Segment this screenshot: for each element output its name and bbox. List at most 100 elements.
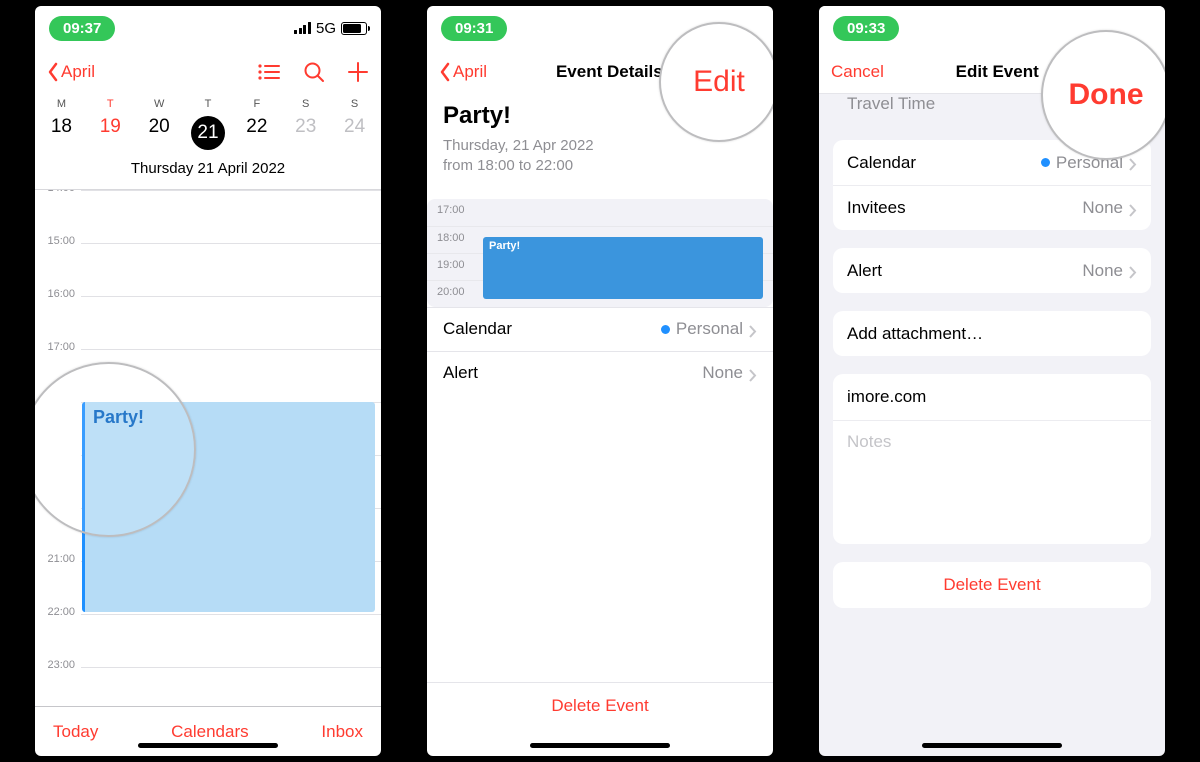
hour-label: 14:00 bbox=[35, 190, 75, 194]
hour-label: 16:00 bbox=[35, 288, 75, 300]
add-attachment-label: Add attachment… bbox=[847, 324, 983, 344]
nav-bar: Cancel Edit Event Done bbox=[819, 50, 1165, 94]
back-label: April bbox=[61, 62, 95, 82]
alert-label: Alert bbox=[443, 363, 478, 383]
today-button[interactable]: Today bbox=[53, 722, 98, 742]
event-details-screen: 09:31 April Event Details Edit Party! Th… bbox=[427, 6, 773, 756]
calendar-day-view-screen: 09:37 5G April M T W bbox=[35, 6, 381, 756]
alert-row[interactable]: Alert None bbox=[427, 351, 773, 395]
cellular-signal-icon bbox=[294, 22, 311, 34]
notes-field[interactable]: Notes bbox=[833, 421, 1151, 544]
cancel-button[interactable]: Cancel bbox=[831, 62, 884, 82]
edit-event-screen: 09:33 Cancel Edit Event Done Travel Time… bbox=[819, 6, 1165, 756]
week-header: M T W T F S S bbox=[35, 94, 381, 110]
hour-label: 15:00 bbox=[35, 235, 75, 247]
chevron-right-icon bbox=[749, 323, 757, 336]
status-time-pill: 09:31 bbox=[441, 16, 507, 41]
chevron-left-icon bbox=[47, 62, 59, 82]
group-attachment: Add attachment… bbox=[833, 311, 1151, 356]
day-23[interactable]: 23 bbox=[281, 110, 330, 154]
battery-icon bbox=[341, 22, 367, 35]
mini-hour: 18:00 bbox=[437, 232, 465, 244]
network-label: 5G bbox=[316, 20, 336, 37]
home-indicator[interactable] bbox=[530, 743, 670, 748]
nav-bar: April bbox=[35, 50, 381, 94]
calendar-value: Personal bbox=[676, 319, 743, 339]
calendar-dot-icon bbox=[1041, 158, 1050, 167]
list-view-icon[interactable] bbox=[257, 63, 281, 81]
event-details-body: Party! Thursday, 21 Apr 2022 from 18:00 … bbox=[427, 94, 773, 403]
event-party[interactable]: Party! bbox=[82, 402, 375, 612]
chevron-right-icon bbox=[1129, 156, 1137, 169]
calendar-row[interactable]: Calendar Personal bbox=[833, 140, 1151, 185]
back-label: April bbox=[453, 62, 487, 82]
hour-label: 23:00 bbox=[35, 659, 75, 671]
dow: F bbox=[232, 94, 281, 110]
alert-label: Alert bbox=[847, 261, 882, 281]
calendars-button[interactable]: Calendars bbox=[171, 722, 249, 742]
invitees-label: Invitees bbox=[847, 198, 906, 218]
status-bar: 09:37 5G bbox=[35, 6, 381, 50]
calendar-label: Calendar bbox=[847, 153, 916, 173]
status-right: 5G bbox=[294, 20, 367, 37]
day-19[interactable]: 19 bbox=[86, 110, 135, 154]
delete-event-button[interactable]: Delete Event bbox=[427, 682, 773, 728]
back-button[interactable]: April bbox=[47, 62, 95, 82]
mini-event[interactable]: Party! bbox=[483, 237, 763, 299]
dow: M bbox=[37, 94, 86, 110]
mini-hour: 19:00 bbox=[437, 259, 465, 271]
nav-bar: April Event Details Edit bbox=[427, 50, 773, 94]
selected-date-title: Thursday 21 April 2022 bbox=[35, 154, 381, 189]
day-20[interactable]: 20 bbox=[135, 110, 184, 154]
calendar-dot-icon bbox=[661, 325, 670, 334]
nav-title: Event Details bbox=[487, 62, 732, 82]
status-time-pill: 09:33 bbox=[833, 16, 899, 41]
chevron-right-icon bbox=[1129, 264, 1137, 277]
calendar-label: Calendar bbox=[443, 319, 512, 339]
dow: S bbox=[330, 94, 379, 110]
back-button[interactable]: April bbox=[439, 62, 487, 82]
chevron-left-icon bbox=[439, 62, 451, 82]
event-date: Thursday, 21 Apr 2022 bbox=[443, 130, 757, 156]
day-22[interactable]: 22 bbox=[232, 110, 281, 154]
invitees-row[interactable]: Invitees None bbox=[833, 185, 1151, 230]
group-alert: Alert None bbox=[833, 248, 1151, 293]
mini-timeline[interactable]: 17:00 18:00 19:00 20:00 Party! bbox=[427, 199, 773, 307]
chevron-right-icon bbox=[1129, 202, 1137, 215]
calendar-value: Personal bbox=[1056, 153, 1123, 173]
dow: W bbox=[135, 94, 184, 110]
delete-event-button[interactable]: Delete Event bbox=[833, 562, 1151, 608]
dow: T bbox=[86, 94, 135, 110]
day-timeline[interactable]: 14:00 15:00 16:00 17:00 21:00 22:00 23:0… bbox=[35, 190, 381, 706]
home-indicator[interactable] bbox=[922, 743, 1062, 748]
hour-label: 17:00 bbox=[35, 341, 75, 353]
chevron-right-icon bbox=[749, 367, 757, 380]
group-calendar-invitees: Calendar Personal Invitees None bbox=[833, 140, 1151, 230]
add-attachment-row[interactable]: Add attachment… bbox=[833, 311, 1151, 356]
calendar-row[interactable]: Calendar Personal bbox=[427, 307, 773, 351]
alert-value: None bbox=[1082, 261, 1123, 281]
event-time: from 18:00 to 22:00 bbox=[443, 156, 757, 176]
day-18[interactable]: 18 bbox=[37, 110, 86, 154]
mini-hour: 17:00 bbox=[437, 204, 465, 216]
day-24[interactable]: 24 bbox=[330, 110, 379, 154]
hour-label: 22:00 bbox=[35, 606, 75, 618]
hour-label: 21:00 bbox=[35, 553, 75, 565]
week-dates: 18 19 20 21 22 23 24 bbox=[35, 110, 381, 154]
home-indicator[interactable] bbox=[138, 743, 278, 748]
search-icon[interactable] bbox=[303, 61, 325, 83]
status-bar: 09:31 bbox=[427, 6, 773, 50]
day-21-selected[interactable]: 21 bbox=[184, 110, 233, 154]
url-field[interactable]: imore.com bbox=[833, 374, 1151, 420]
dow: T bbox=[184, 94, 233, 110]
travel-time-row-peek: Travel Time bbox=[833, 94, 1151, 122]
bottom-toolbar: Today Calendars Inbox bbox=[35, 706, 381, 756]
nav-title: Edit Event bbox=[884, 62, 1111, 82]
edit-event-form[interactable]: Travel Time Calendar Personal Invitees N… bbox=[819, 94, 1165, 756]
alert-row[interactable]: Alert None bbox=[833, 248, 1151, 293]
inbox-button[interactable]: Inbox bbox=[321, 722, 363, 742]
status-time-pill: 09:37 bbox=[49, 16, 115, 41]
invitees-value: None bbox=[1082, 198, 1123, 218]
dow: S bbox=[281, 94, 330, 110]
add-event-icon[interactable] bbox=[347, 61, 369, 83]
